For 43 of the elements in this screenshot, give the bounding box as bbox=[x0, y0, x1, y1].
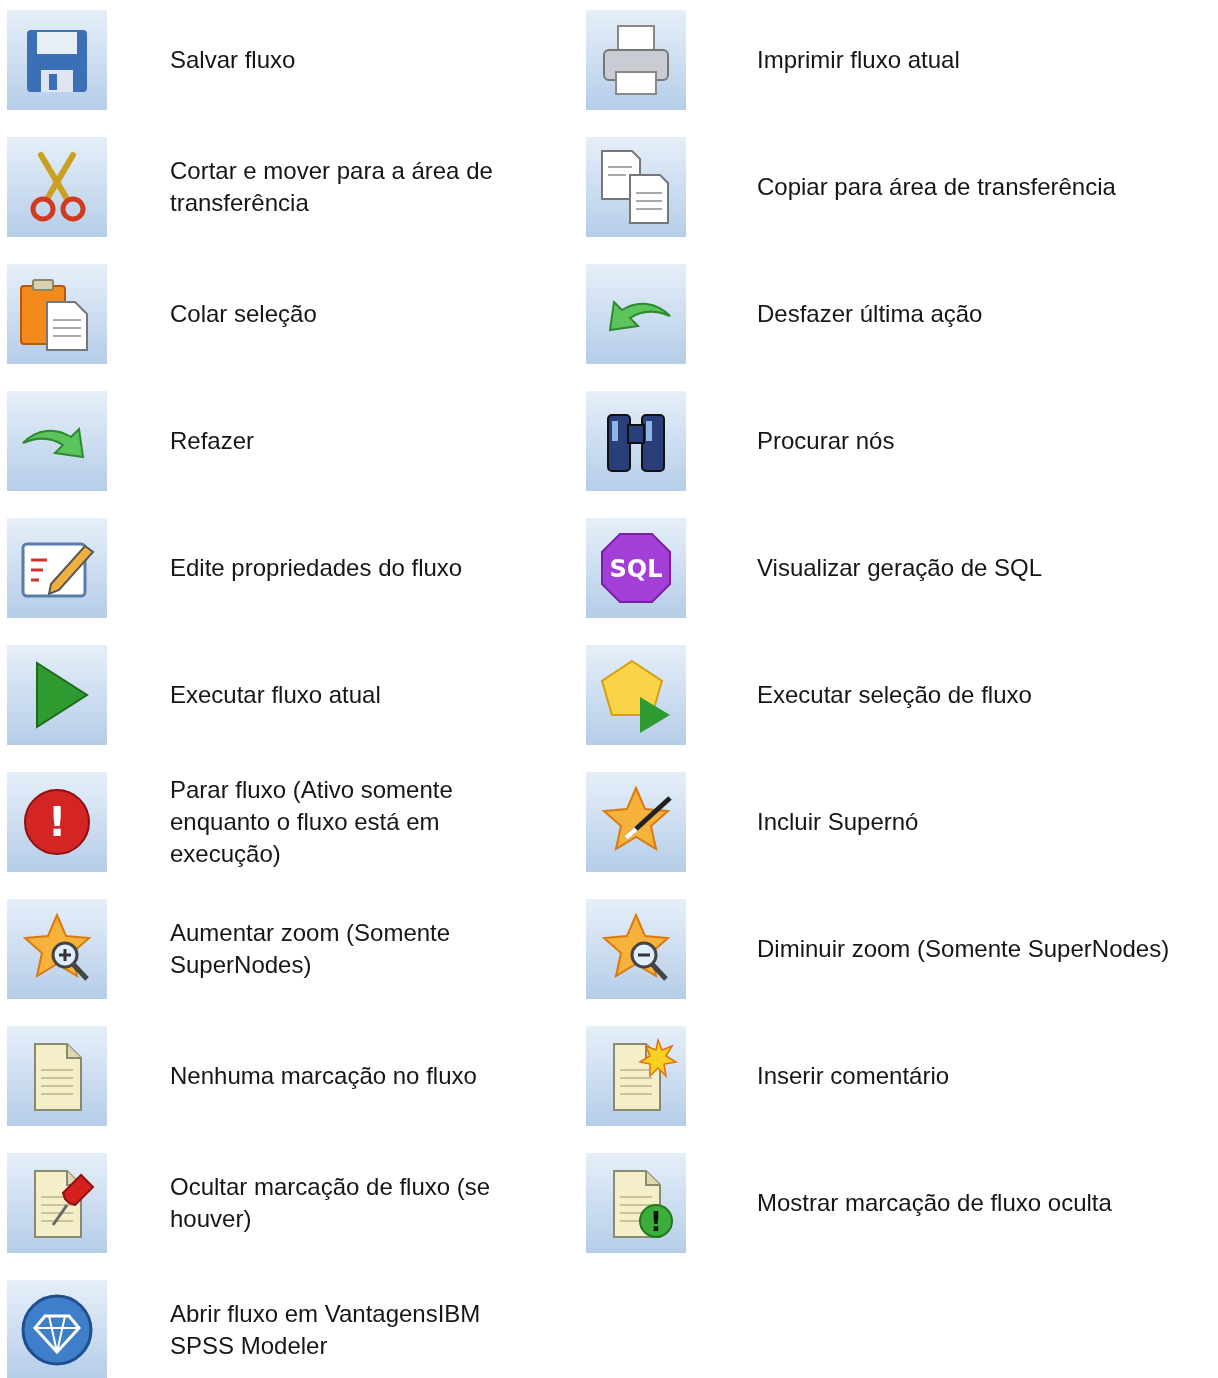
action-description: Cortar e mover para a área de transferência bbox=[169, 156, 494, 218]
document-pin-icon bbox=[34, 1170, 95, 1238]
action-description: Incluir Supernó bbox=[756, 807, 920, 837]
undo-arrow-icon bbox=[609, 301, 671, 331]
icon-text: ! bbox=[47, 799, 67, 845]
pentagon-play-icon bbox=[600, 659, 670, 733]
documents-icon bbox=[601, 150, 669, 224]
action-description: Salvar fluxo bbox=[169, 45, 297, 75]
action-description: Inserir comentário bbox=[756, 1061, 951, 1091]
form-pencil-icon bbox=[21, 542, 95, 598]
action-description: Visualizar geração de SQL bbox=[756, 553, 1044, 583]
action-description: Parar fluxo (Ativo somente enquanto o fluxo está em execução) bbox=[169, 775, 454, 869]
action-description: Colar seleção bbox=[169, 299, 318, 329]
document-alert-icon bbox=[613, 1170, 673, 1238]
action-description: Mostrar marcação de fluxo oculta bbox=[756, 1188, 1113, 1218]
action-description: Ocultar marcação de fluxo (se houver) bbox=[169, 1172, 492, 1234]
exclamation-circle-icon bbox=[24, 789, 90, 855]
action-description: Diminuir zoom (Somente SuperNodes) bbox=[756, 934, 1171, 964]
action-description: Executar fluxo atual bbox=[169, 680, 382, 710]
action-description: Nenhuma marcação no fluxo bbox=[169, 1061, 478, 1091]
action-description: Aumentar zoom (Somente SuperNodes) bbox=[169, 918, 452, 980]
clipboard-icon bbox=[20, 279, 88, 351]
redo-arrow-icon bbox=[22, 428, 84, 458]
document-icon bbox=[34, 1043, 82, 1111]
diamond-circle-icon bbox=[21, 1294, 93, 1366]
action-description: Copiar para área de transferência bbox=[756, 172, 1117, 202]
play-icon bbox=[36, 661, 89, 729]
star-wand-icon bbox=[601, 785, 672, 852]
icon-text: ! bbox=[650, 1207, 662, 1237]
printer-icon bbox=[603, 25, 669, 95]
icon-text: SQL bbox=[609, 555, 663, 583]
action-description: Procurar nós bbox=[756, 426, 896, 456]
star-zoom-out-icon bbox=[601, 912, 671, 981]
action-description: Desfazer última ação bbox=[756, 299, 984, 329]
document-burst-icon bbox=[613, 1037, 679, 1111]
action-description: Refazer bbox=[169, 426, 256, 456]
action-description: Abrir fluxo em VantagensIBM SPSS Modeler bbox=[169, 1299, 482, 1361]
binoculars-icon bbox=[607, 414, 665, 472]
scissors-icon bbox=[30, 152, 86, 222]
action-description: Edite propriedades do fluxo bbox=[169, 553, 464, 583]
action-description: Imprimir fluxo atual bbox=[756, 45, 961, 75]
star-zoom-in-icon bbox=[22, 912, 92, 981]
action-description: Executar seleção de fluxo bbox=[756, 680, 1033, 710]
